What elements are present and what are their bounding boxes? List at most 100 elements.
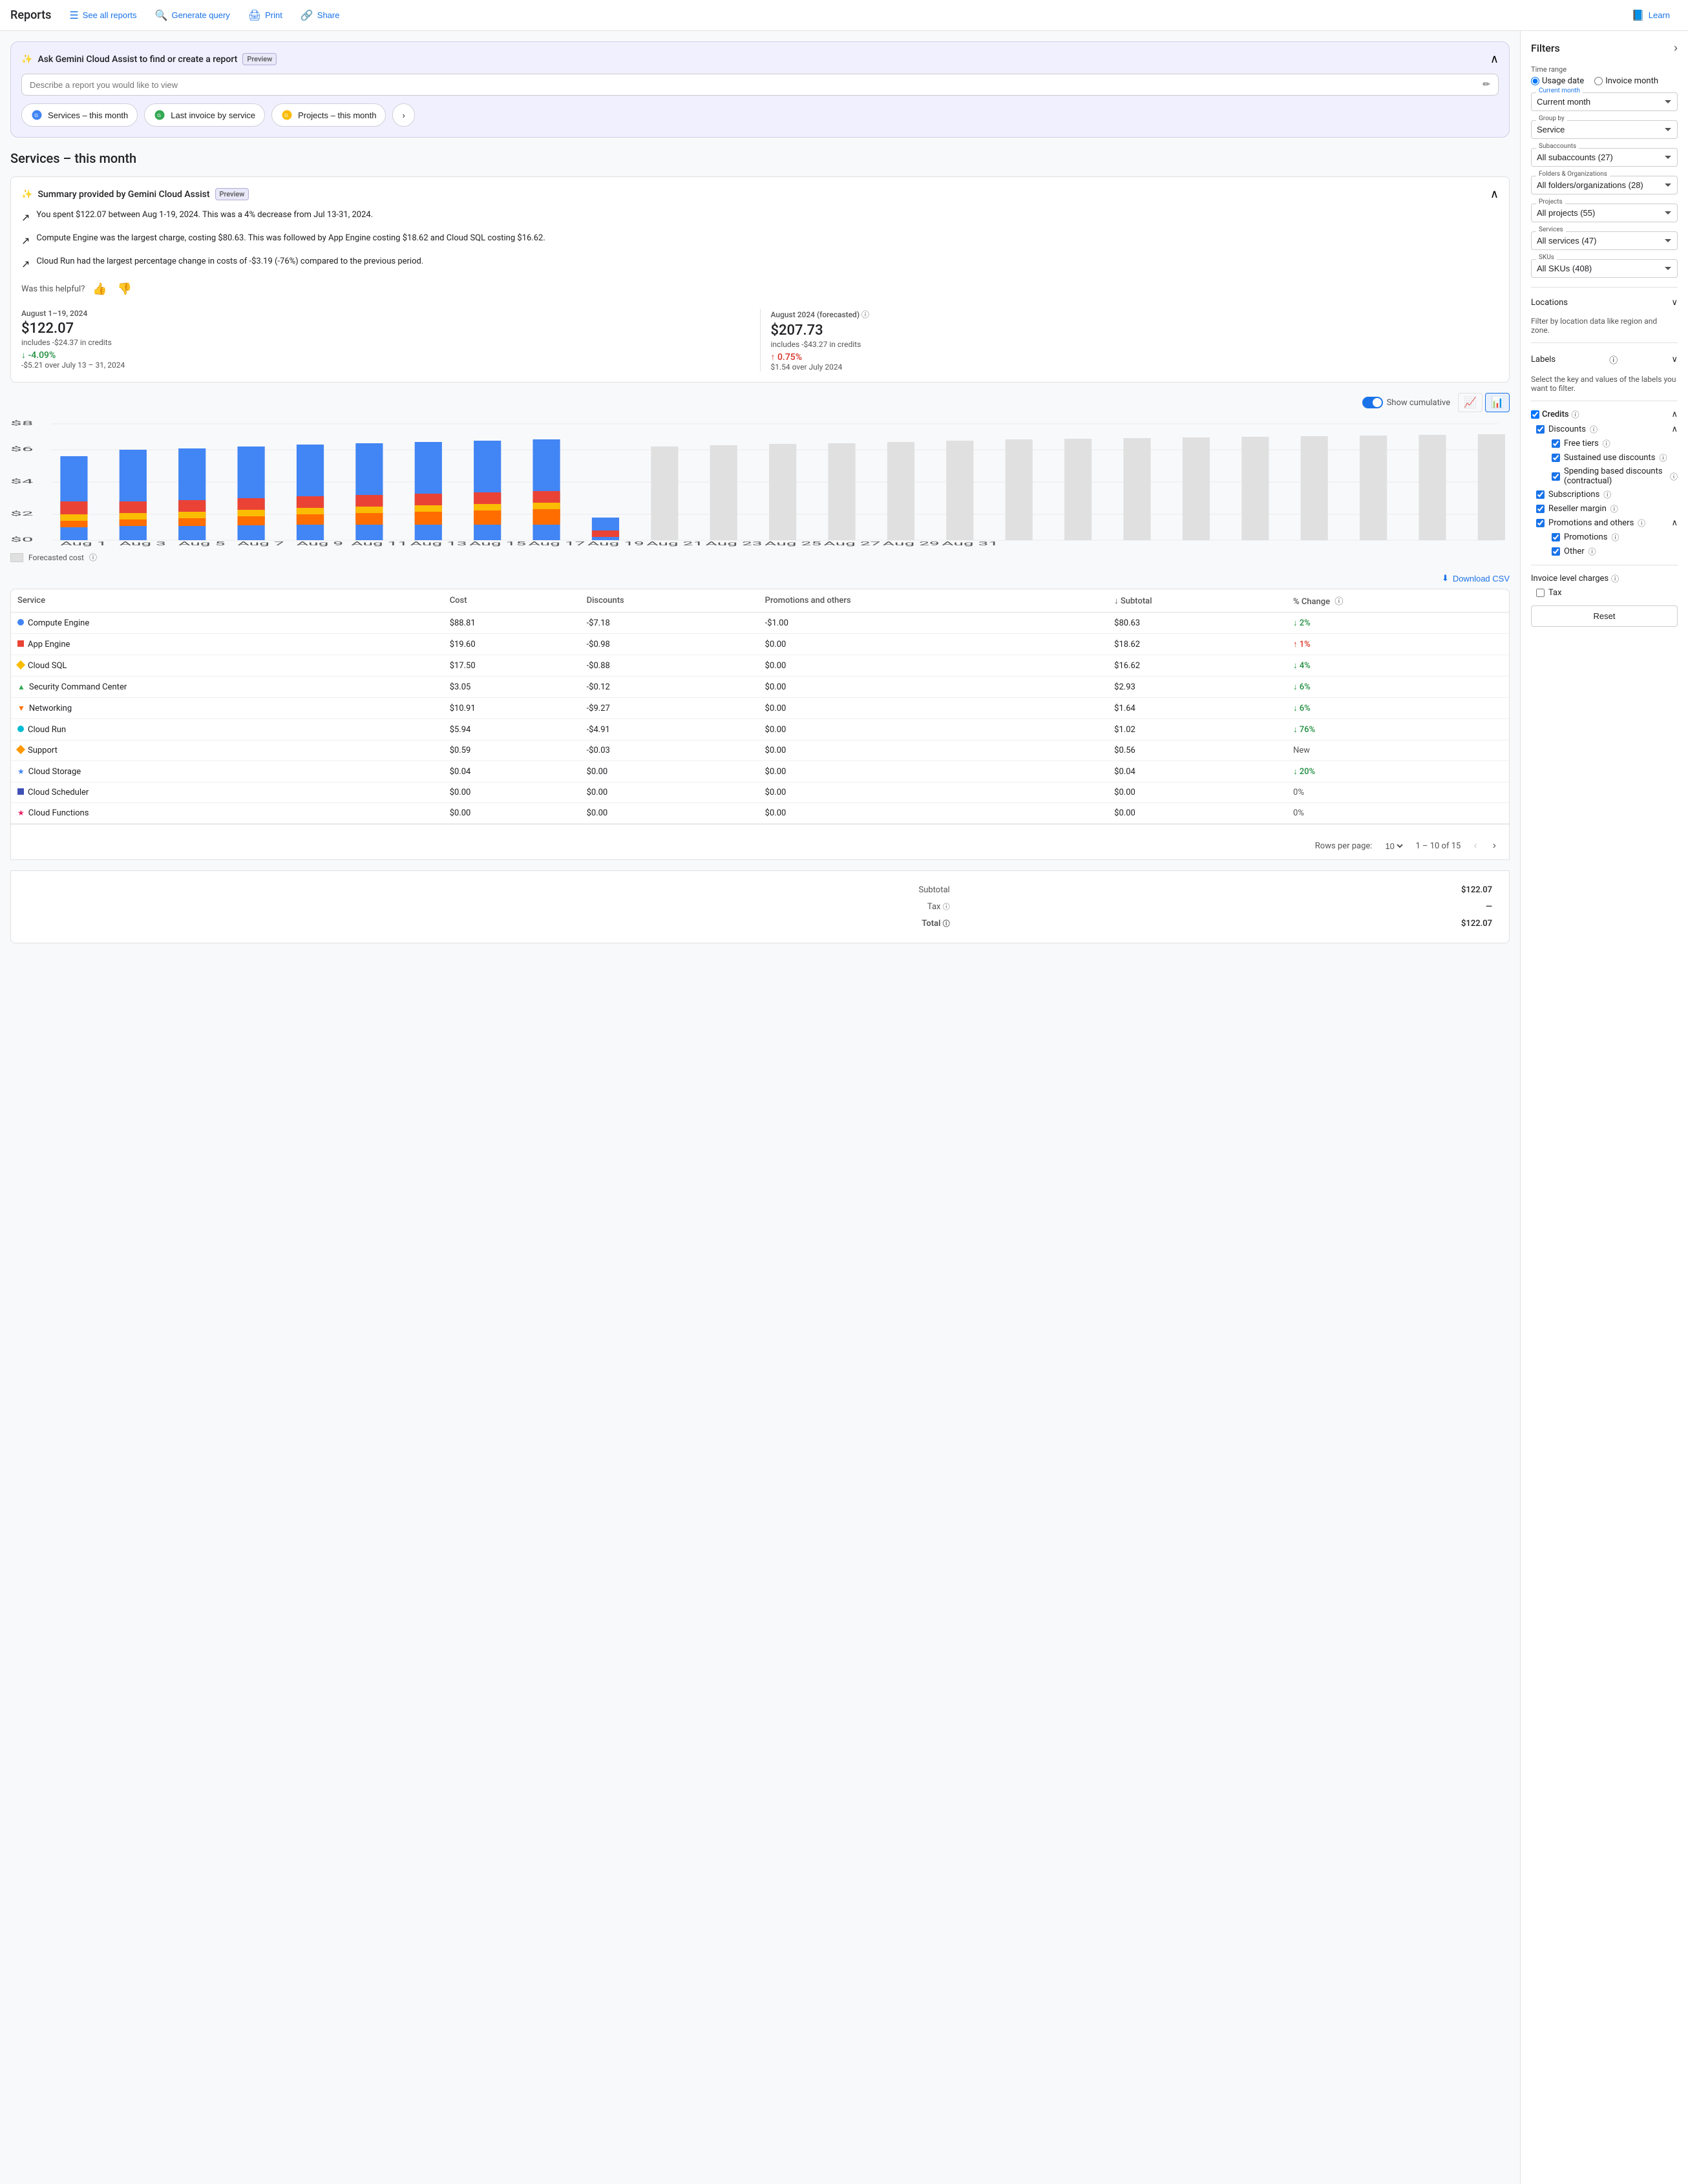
usage-date-radio[interactable] bbox=[1531, 77, 1539, 85]
show-cumulative-toggle[interactable]: Show cumulative bbox=[1362, 397, 1451, 408]
filters-collapse-button[interactable]: › bbox=[1674, 41, 1678, 55]
invoice-level-header: Invoice level charges ⓘ bbox=[1531, 573, 1678, 584]
next-page-button[interactable]: › bbox=[1490, 837, 1499, 854]
bar-chart-button[interactable]: 📊 bbox=[1485, 393, 1510, 412]
subtotal-cell: $0.00 bbox=[1108, 803, 1287, 824]
gemini-header: ✨ Ask Gemini Cloud Assist to find or cre… bbox=[21, 52, 1499, 66]
change-cell: 0% bbox=[1287, 803, 1509, 824]
other-checkbox[interactable] bbox=[1552, 547, 1560, 556]
discounts-section: Discounts ⓘ ∧ Free tiers ⓘ Sustained use… bbox=[1531, 424, 1678, 486]
generate-query-button[interactable]: 🔍 Generate query bbox=[147, 5, 238, 26]
thumbs-down-button[interactable]: 👎 bbox=[115, 280, 134, 299]
invoice-month-radio-label[interactable]: Invoice month bbox=[1594, 76, 1658, 86]
subscriptions-help-icon[interactable]: ⓘ bbox=[1603, 489, 1611, 500]
main-layout: ✨ Ask Gemini Cloud Assist to find or cre… bbox=[0, 31, 1688, 2184]
discounts-expand-icon[interactable]: ∧ bbox=[1671, 425, 1678, 434]
pagination-row: Rows per page: 10 25 50 1 – 10 of 15 ‹ › bbox=[21, 837, 1499, 854]
labels-help-icon[interactable]: ⓘ bbox=[1609, 353, 1618, 366]
tax-checkbox[interactable] bbox=[1536, 589, 1545, 597]
svg-text:Aug 13: Aug 13 bbox=[410, 541, 467, 547]
quick-report-projects[interactable]: G Projects – this month bbox=[271, 103, 386, 127]
cumulative-switch[interactable] bbox=[1362, 397, 1383, 408]
prev-page-button[interactable]: ‹ bbox=[1471, 837, 1479, 854]
sustained-use-help-icon[interactable]: ⓘ bbox=[1659, 452, 1667, 463]
folders-select[interactable]: All folders/organizations (28) bbox=[1531, 176, 1678, 194]
svg-text:Aug 25: Aug 25 bbox=[765, 541, 821, 547]
invoice-month-radio[interactable] bbox=[1594, 77, 1603, 85]
invoice-level-help-icon[interactable]: ⓘ bbox=[1611, 573, 1619, 584]
svg-text:$4: $4 bbox=[10, 478, 34, 485]
promotions-cell: $0.00 bbox=[759, 761, 1108, 782]
reseller-margin-checkbox[interactable] bbox=[1536, 505, 1545, 513]
col-subtotal[interactable]: ↓ Subtotal bbox=[1108, 589, 1287, 613]
promotions-help-icon[interactable]: ⓘ bbox=[1638, 518, 1645, 529]
usage-date-radio-label[interactable]: Usage date bbox=[1531, 76, 1584, 86]
free-tiers-checkbox[interactable] bbox=[1552, 439, 1560, 448]
change-cell: ↓ 2% bbox=[1287, 613, 1509, 634]
filter-labels: Labels ⓘ ∨ bbox=[1531, 351, 1678, 368]
skus-select[interactable]: All SKUs (408) bbox=[1531, 259, 1678, 278]
labels-expand-header[interactable]: Labels ⓘ ∨ bbox=[1531, 351, 1678, 368]
stats-row: August 1–19, 2024 $122.07 includes -$24.… bbox=[21, 309, 1499, 372]
quick-report-more[interactable]: › bbox=[392, 103, 414, 127]
total-row: Total ⓘ $122.07 bbox=[28, 916, 1492, 931]
services-select[interactable]: All services (47) bbox=[1531, 231, 1678, 250]
share-button[interactable]: 🔗 Share bbox=[293, 5, 348, 26]
reseller-margin-help-icon[interactable]: ⓘ bbox=[1610, 503, 1618, 514]
rows-per-page-select[interactable]: 10 25 50 bbox=[1382, 841, 1405, 852]
quick-report-last-invoice[interactable]: G Last invoice by service bbox=[144, 103, 265, 127]
promotions-item-help-icon[interactable]: ⓘ bbox=[1611, 532, 1619, 543]
promotions-cell: -$1.00 bbox=[759, 613, 1108, 634]
locations-expand-header[interactable]: Locations ∨ bbox=[1531, 295, 1678, 310]
divider-2 bbox=[1531, 342, 1678, 343]
promotions-item-checkbox[interactable] bbox=[1552, 533, 1560, 541]
svg-text:Aug 29: Aug 29 bbox=[883, 541, 940, 547]
helpful-row: Was this helpful? 👍 👎 bbox=[21, 280, 1499, 299]
table-header: Service Cost Discounts Promotions and ot… bbox=[11, 589, 1509, 613]
forecast-help-icon[interactable]: ⓘ bbox=[861, 310, 869, 319]
cost-cell: $5.94 bbox=[443, 719, 580, 740]
discounts-checkbox[interactable] bbox=[1536, 425, 1545, 434]
subtotal-cell: $0.00 bbox=[1108, 782, 1287, 803]
spending-based-checkbox[interactable] bbox=[1552, 472, 1560, 481]
promotions-others-checkbox[interactable] bbox=[1536, 519, 1545, 527]
filter-time-range: Time range Usage date Invoice month Curr… bbox=[1531, 65, 1678, 111]
summary-collapse-button[interactable]: ∧ bbox=[1490, 187, 1499, 201]
credits-checkbox[interactable] bbox=[1531, 410, 1539, 419]
quick-report-services[interactable]: G Services – this month bbox=[21, 103, 138, 127]
forecast-help-icon-2[interactable]: ⓘ bbox=[89, 552, 97, 563]
promotions-cell: $0.00 bbox=[759, 719, 1108, 740]
promotions-expand-icon[interactable]: ∧ bbox=[1671, 518, 1678, 528]
subaccounts-select[interactable]: All subaccounts (27) bbox=[1531, 148, 1678, 167]
gemini-collapse-button[interactable]: ∧ bbox=[1490, 52, 1499, 66]
service-diamond-icon bbox=[16, 660, 25, 669]
current-month-select[interactable]: Current month bbox=[1531, 92, 1678, 111]
credits-help-icon[interactable]: ⓘ bbox=[1572, 409, 1579, 420]
service-dot-icon bbox=[17, 726, 24, 732]
tax-help-icon[interactable]: ⓘ bbox=[943, 903, 950, 911]
print-button[interactable]: 🖨 Print bbox=[240, 5, 290, 26]
gemini-search-input[interactable] bbox=[30, 80, 1482, 90]
filter-subaccounts: Subaccounts All subaccounts (27) bbox=[1531, 148, 1678, 167]
thumbs-up-button[interactable]: 👍 bbox=[90, 280, 109, 299]
see-all-reports-button[interactable]: ☰ See all reports bbox=[61, 5, 144, 26]
col-cost: Cost bbox=[443, 589, 580, 613]
subscriptions-checkbox[interactable] bbox=[1536, 490, 1545, 499]
other-help-icon[interactable]: ⓘ bbox=[1588, 546, 1596, 557]
group-by-select[interactable]: Service bbox=[1531, 120, 1678, 139]
promotions-cell: $0.00 bbox=[759, 655, 1108, 677]
reset-filters-button[interactable]: Reset bbox=[1531, 605, 1678, 627]
line-chart-button[interactable]: 📈 bbox=[1458, 393, 1482, 412]
discounts-cell: -$4.91 bbox=[580, 719, 759, 740]
sustained-use-checkbox[interactable] bbox=[1552, 454, 1560, 462]
learn-button[interactable]: 📘 Learn bbox=[1624, 5, 1678, 26]
discounts-help-icon[interactable]: ⓘ bbox=[1590, 424, 1598, 435]
download-csv-button[interactable]: ⬇ Download CSV bbox=[1442, 573, 1510, 583]
free-tiers-help-icon[interactable]: ⓘ bbox=[1603, 438, 1610, 449]
spending-based-help-icon[interactable]: ⓘ bbox=[1670, 471, 1678, 482]
table-row: ★Cloud Functions $0.00 $0.00 $0.00 $0.00… bbox=[11, 803, 1509, 824]
change-help-icon[interactable]: ⓘ bbox=[1335, 597, 1343, 607]
total-help-icon[interactable]: ⓘ bbox=[943, 919, 950, 928]
projects-select[interactable]: All projects (55) bbox=[1531, 204, 1678, 222]
credits-collapse-icon[interactable]: ∧ bbox=[1671, 410, 1678, 419]
